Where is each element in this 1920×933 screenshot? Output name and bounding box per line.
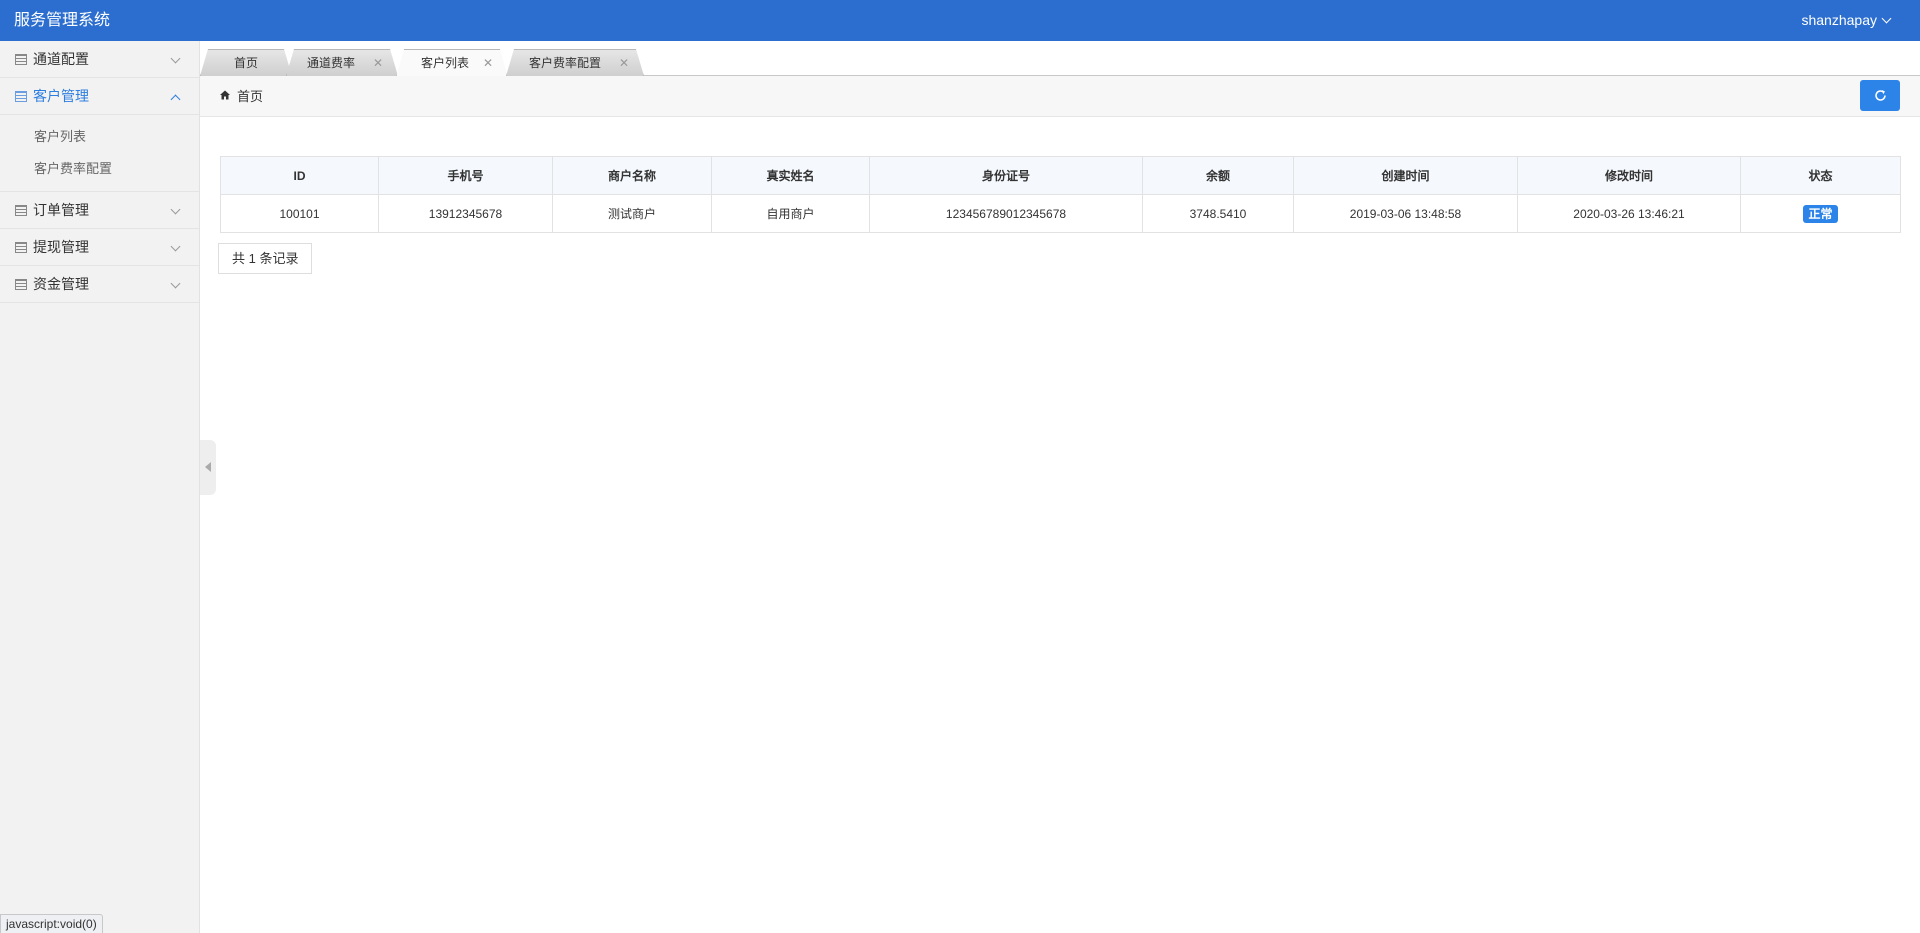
- tab-home[interactable]: 首页: [200, 49, 292, 76]
- cell-created: 2019-03-06 13:48:58: [1293, 194, 1518, 233]
- col-header-id: ID: [220, 156, 379, 195]
- chevron-down-icon: [170, 204, 181, 215]
- cell-merchant: 测试商户: [552, 194, 712, 233]
- cell-real-name: 自用商户: [711, 194, 870, 233]
- top-header: 服务管理系统 shanzhapay: [0, 0, 1920, 41]
- list-icon: [15, 242, 27, 253]
- chevron-down-icon: [1881, 13, 1892, 24]
- sidebar-item-label: 通道配置: [33, 51, 89, 67]
- cell-modified: 2020-03-26 13:46:21: [1517, 194, 1741, 233]
- sidebar-item-withdraw-management[interactable]: 提现管理: [0, 229, 199, 266]
- table-header-row: ID 手机号 商户名称 真实姓名 身份证号 余额 创建时间 修改时间 状态: [220, 156, 1901, 195]
- app-title: 服务管理系统: [14, 12, 111, 29]
- tab-label: 通道费率: [307, 56, 356, 70]
- tab-customer-rate-config[interactable]: 客户费率配置 ✕: [506, 49, 644, 76]
- customer-table: ID 手机号 商户名称 真实姓名 身份证号 余额 创建时间 修改时间 状态 10…: [220, 156, 1901, 233]
- cell-id: 100101: [220, 194, 379, 233]
- list-icon: [15, 91, 27, 102]
- col-header-status: 状态: [1740, 156, 1901, 195]
- close-icon[interactable]: ✕: [619, 50, 629, 76]
- sidebar-item-label: 客户管理: [33, 88, 89, 104]
- cell-phone: 13912345678: [378, 194, 553, 233]
- breadcrumb-home[interactable]: 首页: [237, 76, 263, 117]
- sidebar-subitem-customer-rate-config[interactable]: 客户费率配置: [0, 153, 199, 185]
- list-icon: [15, 205, 27, 216]
- col-header-balance: 余额: [1142, 156, 1294, 195]
- tab-channel-rate[interactable]: 通道费率 ✕: [286, 49, 398, 76]
- cell-status: 正常: [1740, 194, 1901, 233]
- list-icon: [15, 279, 27, 290]
- user-menu[interactable]: shanzhapay: [1801, 0, 1892, 41]
- cell-id-card: 123456789012345678: [869, 194, 1143, 233]
- tab-customer-list[interactable]: 客户列表 ✕: [396, 49, 508, 77]
- close-icon[interactable]: ✕: [373, 50, 383, 76]
- col-header-real-name: 真实姓名: [711, 156, 870, 195]
- sidebar: 通道配置 客户管理 客户列表 客户费率配置 订单管理 提现管理 资金管理: [0, 41, 200, 933]
- refresh-button[interactable]: [1860, 80, 1900, 111]
- sidebar-item-customer-management[interactable]: 客户管理: [0, 78, 199, 115]
- sidebar-item-fund-management[interactable]: 资金管理: [0, 266, 199, 303]
- chevron-down-icon: [170, 53, 181, 64]
- chevron-down-icon: [170, 278, 181, 289]
- sidebar-item-label: 订单管理: [33, 202, 89, 218]
- main-content: 首页 通道费率 ✕ 客户列表 ✕ 客户费率配置 ✕ 首页 ID 手机号 商户名称…: [200, 41, 1920, 933]
- col-header-id-card: 身份证号: [869, 156, 1143, 195]
- col-header-merchant: 商户名称: [552, 156, 712, 195]
- cell-balance: 3748.5410: [1142, 194, 1294, 233]
- close-icon[interactable]: ✕: [483, 50, 493, 76]
- browser-status-bar: javascript:void(0): [0, 914, 103, 933]
- col-header-modified: 修改时间: [1517, 156, 1741, 195]
- sidebar-item-label: 资金管理: [33, 276, 89, 292]
- sidebar-item-channel-config[interactable]: 通道配置: [0, 41, 199, 78]
- col-header-phone: 手机号: [378, 156, 553, 195]
- chevron-down-icon: [170, 241, 181, 252]
- tab-label: 客户列表: [421, 56, 470, 70]
- sidebar-item-label: 提现管理: [33, 239, 89, 255]
- refresh-icon: [1875, 90, 1886, 101]
- home-icon: [220, 90, 230, 100]
- sidebar-item-order-management[interactable]: 订单管理: [0, 192, 199, 229]
- sidebar-subitem-customer-list[interactable]: 客户列表: [0, 121, 199, 153]
- chevron-up-icon: [170, 94, 181, 105]
- breadcrumb: 首页: [200, 76, 1920, 117]
- tab-label: 客户费率配置: [529, 56, 602, 70]
- status-badge: 正常: [1803, 204, 1838, 223]
- table-row: 100101 13912345678 测试商户 自用商户 12345678901…: [220, 194, 1901, 233]
- col-header-created: 创建时间: [1293, 156, 1518, 195]
- list-icon: [15, 54, 27, 65]
- username: shanzhapay: [1801, 12, 1877, 28]
- record-count: 共 1 条记录: [218, 243, 313, 274]
- customer-submenu: 客户列表 客户费率配置: [0, 115, 199, 192]
- tab-bar: 首页 通道费率 ✕ 客户列表 ✕ 客户费率配置 ✕: [200, 41, 1920, 76]
- tab-label: 首页: [233, 56, 258, 70]
